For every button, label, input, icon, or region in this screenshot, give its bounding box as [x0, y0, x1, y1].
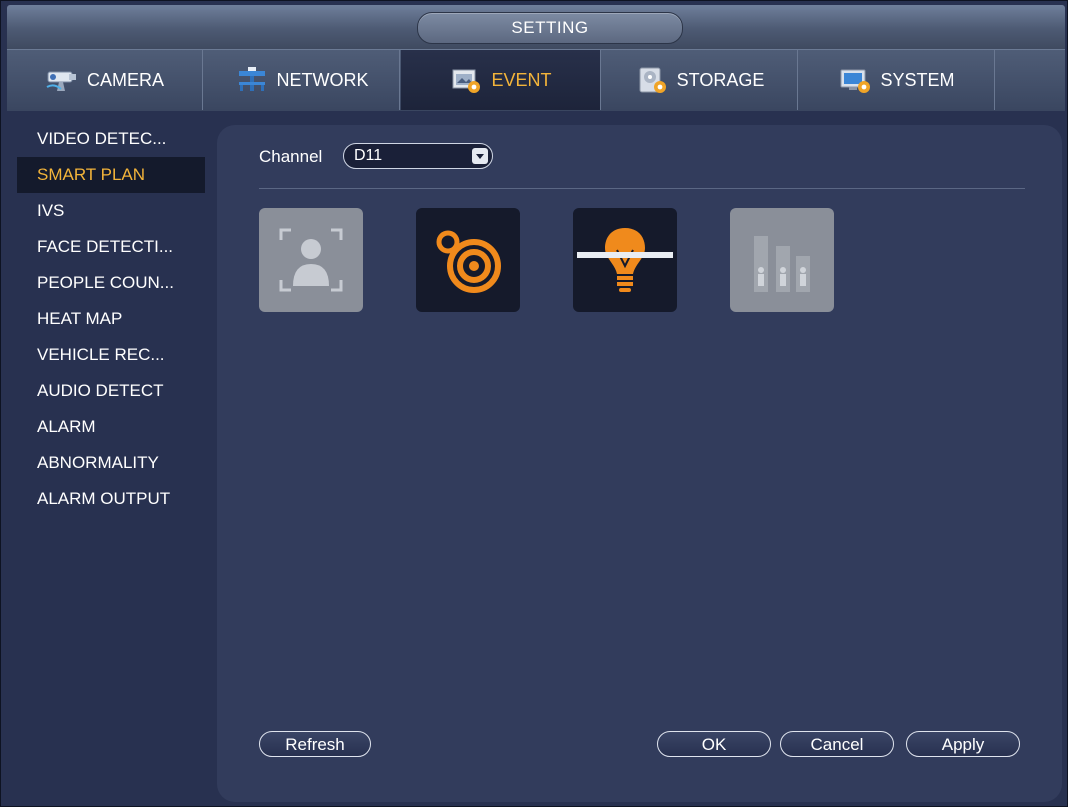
tab-network-label: NETWORK [276, 69, 369, 90]
refresh-button[interactable]: Refresh [259, 731, 371, 757]
title-bar: SETTING [7, 5, 1065, 49]
people-counting-icon [754, 236, 810, 292]
storage-icon [635, 65, 669, 95]
settings-window: SETTING CAMERA NETWORK EVENT STORAGE SYS… [0, 0, 1068, 807]
divider [259, 188, 1025, 189]
ok-button[interactable]: OK [657, 731, 771, 757]
sidebar-item-people-counting[interactable]: PEOPLE COUN... [17, 265, 205, 301]
event-icon [449, 65, 483, 95]
ivs-icon [436, 230, 501, 293]
event-sidebar: VIDEO DETEC... SMART PLAN IVS FACE DETEC… [7, 111, 205, 806]
sidebar-item-vehicle-recognition[interactable]: VEHICLE REC... [17, 337, 205, 373]
tab-event[interactable]: EVENT [401, 50, 601, 110]
channel-value: D11 [354, 147, 383, 164]
network-icon [235, 65, 269, 95]
camera-icon [45, 65, 79, 95]
smart-plan-panel: Channel D11 Refresh OK Cancel Apply [217, 125, 1062, 802]
tab-system-label: SYSTEM [880, 69, 955, 90]
main-tab-bar: CAMERA NETWORK EVENT STORAGE SYSTEM [7, 49, 1065, 111]
sidebar-item-abnormality[interactable]: ABNORMALITY [17, 445, 205, 481]
plan-tripwire-button[interactable] [573, 208, 677, 312]
system-icon [838, 65, 872, 95]
channel-label: Channel [259, 147, 323, 166]
plan-people-counting-button[interactable] [730, 208, 834, 312]
plan-ivs-button[interactable] [416, 208, 520, 312]
cancel-button[interactable]: Cancel [780, 731, 894, 757]
sidebar-item-video-detect[interactable]: VIDEO DETEC... [17, 121, 205, 157]
sidebar-item-alarm[interactable]: ALARM [17, 409, 205, 445]
tab-storage-label: STORAGE [676, 69, 765, 90]
sidebar-item-ivs[interactable]: IVS [17, 193, 205, 229]
tab-camera-label: CAMERA [86, 69, 164, 90]
chevron-down-icon[interactable] [472, 148, 488, 164]
tab-camera[interactable]: CAMERA [7, 50, 203, 110]
tab-system[interactable]: SYSTEM [799, 50, 995, 110]
sidebar-item-smart-plan[interactable]: SMART PLAN [17, 157, 205, 193]
tripwire-bulb-icon [577, 228, 673, 292]
tab-event-label: EVENT [491, 69, 552, 90]
apply-button[interactable]: Apply [906, 731, 1020, 757]
sidebar-item-face-detection[interactable]: FACE DETECTI... [17, 229, 205, 265]
sidebar-item-alarm-output[interactable]: ALARM OUTPUT [17, 481, 205, 517]
sidebar-item-audio-detect[interactable]: AUDIO DETECT [17, 373, 205, 409]
face-detection-icon [279, 228, 343, 292]
tab-storage[interactable]: STORAGE [602, 50, 798, 110]
plan-face-detection-button[interactable] [259, 208, 363, 312]
sidebar-item-heat-map[interactable]: HEAT MAP [17, 301, 205, 337]
channel-select[interactable]: D11 [343, 143, 493, 169]
tab-network[interactable]: NETWORK [204, 50, 400, 110]
window-title: SETTING [417, 12, 683, 44]
